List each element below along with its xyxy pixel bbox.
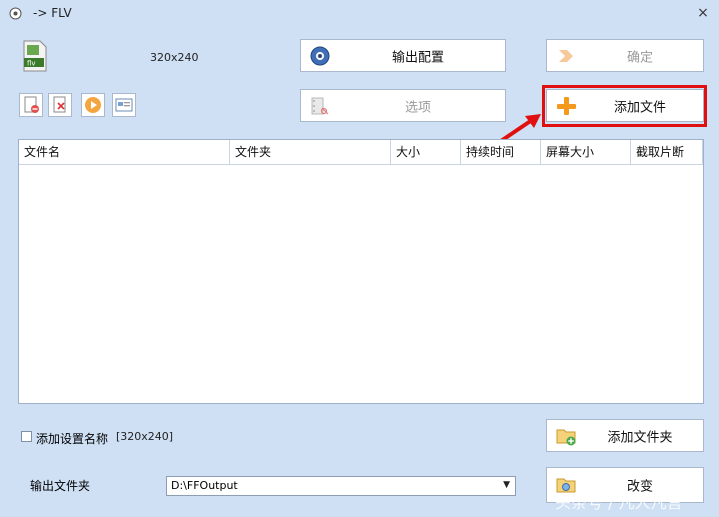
confirm-label: 确定 bbox=[626, 50, 653, 65]
play-tool[interactable] bbox=[81, 93, 105, 117]
column-folder[interactable]: 文件夹 bbox=[230, 140, 391, 164]
add-setting-name-label: 添加设置名称 bbox=[36, 432, 109, 446]
clear-tool[interactable] bbox=[48, 93, 72, 117]
add-folder-label: 添加文件夹 bbox=[607, 430, 673, 445]
play-icon bbox=[85, 97, 101, 113]
remove-tool[interactable] bbox=[19, 93, 43, 117]
options-button[interactable]: 选项 bbox=[300, 89, 506, 122]
window-title: -> FLV bbox=[33, 6, 72, 20]
info-tool[interactable] bbox=[112, 93, 136, 117]
watermark: 头条号 / 凡人凡言 bbox=[555, 493, 683, 512]
output-config-label: 输出配置 bbox=[391, 50, 444, 65]
output-folder-label: 输出文件夹 bbox=[30, 479, 91, 493]
add-folder-button[interactable]: 添加文件夹 bbox=[546, 419, 704, 452]
svg-text:flv: flv bbox=[27, 60, 36, 68]
media-info-icon bbox=[115, 98, 133, 112]
highlight-box bbox=[542, 85, 707, 127]
file-list-header: 文件名 文件夹 大小 持续时间 屏幕大小 截取片断 bbox=[19, 140, 703, 165]
output-folder-select[interactable]: D:\FFOutput ▼ bbox=[166, 476, 516, 496]
column-filename[interactable]: 文件名 bbox=[19, 140, 230, 164]
column-duration[interactable]: 持续时间 bbox=[461, 140, 541, 164]
clear-icon bbox=[53, 96, 66, 113]
column-size[interactable]: 大小 bbox=[391, 140, 461, 164]
add-setting-name-checkbox[interactable] bbox=[21, 431, 32, 442]
output-folder-value: D:\FFOutput bbox=[171, 479, 238, 492]
column-screen-size[interactable]: 屏幕大小 bbox=[541, 140, 631, 164]
options-label: 选项 bbox=[404, 100, 431, 115]
add-setting-name-detail: [320x240] bbox=[116, 430, 174, 443]
flv-file-icon: flv bbox=[23, 40, 47, 72]
close-button[interactable]: × bbox=[695, 5, 711, 21]
title-bar: -> FLV × bbox=[0, 0, 719, 28]
profile-resolution: 320x240 bbox=[150, 51, 199, 64]
remove-icon bbox=[24, 96, 39, 113]
app-icon bbox=[9, 7, 22, 20]
column-clip[interactable]: 截取片断 bbox=[631, 140, 703, 164]
confirm-button[interactable]: 确定 bbox=[546, 39, 704, 72]
file-list[interactable]: 文件名 文件夹 大小 持续时间 屏幕大小 截取片断 bbox=[18, 139, 704, 404]
output-config-button[interactable]: 输出配置 bbox=[300, 39, 506, 72]
chevron-down-icon: ▼ bbox=[503, 480, 510, 490]
